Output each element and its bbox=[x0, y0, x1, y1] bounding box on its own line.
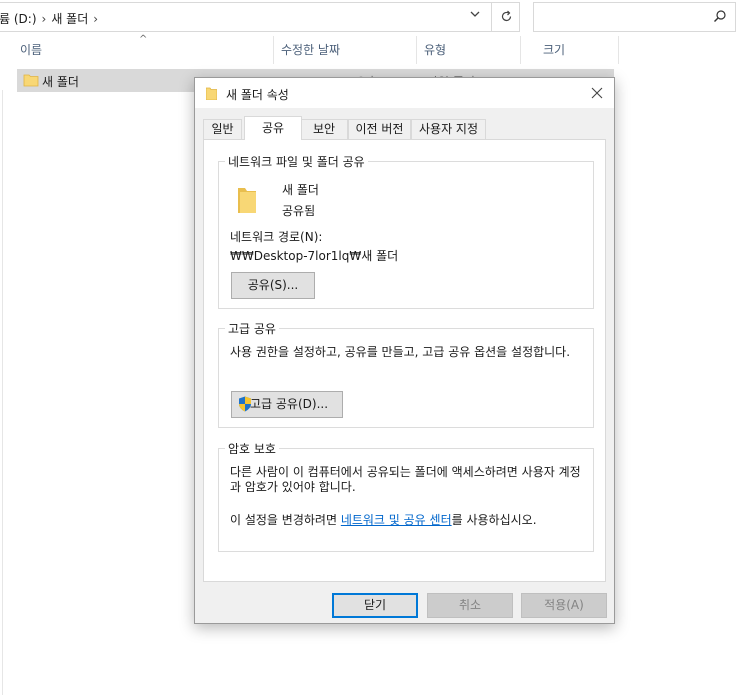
breadcrumb-separator-icon[interactable]: › bbox=[93, 12, 98, 26]
breadcrumb-separator-icon: › bbox=[41, 12, 47, 26]
column-header-date[interactable]: 수정한 날짜 bbox=[275, 36, 417, 64]
tab-customize[interactable]: 사용자 지정 bbox=[411, 119, 486, 139]
dialog-title: 새 폴더 속성 bbox=[226, 88, 289, 102]
apply-button[interactable]: 적용(A) bbox=[521, 593, 607, 618]
breadcrumb-item-drive[interactable]: 륨 (D:) bbox=[0, 12, 37, 26]
breadcrumb-item-folder[interactable]: 새 폴더 bbox=[51, 12, 88, 26]
network-sharing-center-link[interactable]: 네트워크 및 공유 센터 bbox=[341, 513, 452, 527]
close-button[interactable]: 닫기 bbox=[332, 593, 418, 618]
close-icon[interactable] bbox=[586, 82, 608, 104]
password-protection-group: 암호 보호 다른 사람이 이 컴퓨터에서 공유되는 폴더에 액세스하려면 사용자… bbox=[218, 440, 594, 552]
password-description: 다른 사람이 이 컴퓨터에서 공유되는 폴더에 액세스하려면 사용자 계정과 암… bbox=[230, 465, 581, 494]
advanced-share-button[interactable]: 고급 공유(D)... bbox=[231, 391, 343, 418]
refresh-button[interactable] bbox=[491, 3, 520, 31]
column-header-type[interactable]: 유형 bbox=[418, 36, 521, 64]
search-icon[interactable] bbox=[713, 9, 727, 26]
password-change-suffix: 를 사용하십시오. bbox=[451, 513, 537, 527]
network-share-group: 네트워크 파일 및 폴더 공유 새 폴더 공유됨 네트워크 경로(N): ₩₩D… bbox=[218, 153, 594, 309]
tab-security[interactable]: 보안 bbox=[300, 119, 348, 139]
tab-general[interactable]: 일반 bbox=[203, 119, 242, 139]
share-button[interactable]: 공유(S)... bbox=[231, 272, 315, 299]
advanced-share-legend: 고급 공유 bbox=[225, 320, 279, 337]
chevron-down-icon[interactable] bbox=[469, 8, 481, 23]
cancel-button[interactable]: 취소 bbox=[427, 593, 513, 618]
sharing-tab-panel: 네트워크 파일 및 폴더 공유 새 폴더 공유됨 네트워크 경로(N): ₩₩D… bbox=[203, 139, 606, 582]
shared-folder-icon bbox=[236, 185, 258, 218]
advanced-share-group: 고급 공유 사용 권한을 설정하고, 공유를 만들고, 고급 공유 옵션을 설정… bbox=[218, 320, 594, 428]
properties-dialog: 새 폴더 속성 일반 공유 보안 이전 버전 사용자 지정 네트워크 파일 및 … bbox=[194, 77, 615, 624]
password-change-text: 이 설정을 변경하려면 네트워크 및 공유 센터를 사용하십시오. bbox=[230, 511, 537, 528]
dialog-titlebar[interactable]: 새 폴더 속성 bbox=[195, 78, 614, 108]
password-change-prefix: 이 설정을 변경하려면 bbox=[230, 513, 341, 527]
network-share-legend: 네트워크 파일 및 폴더 공유 bbox=[225, 153, 368, 170]
network-path-value[interactable]: ₩₩Desktop-7lor1lq₩새 폴더 bbox=[230, 247, 398, 264]
network-path-label: 네트워크 경로(N): bbox=[230, 230, 323, 244]
address-bar[interactable]: 륨 (D:) › 새 폴더 › bbox=[0, 2, 520, 32]
advanced-share-description: 사용 권한을 설정하고, 공유를 만들고, 고급 공유 옵션을 설정합니다. bbox=[230, 345, 571, 359]
uac-shield-icon bbox=[238, 396, 252, 421]
tab-previous-versions[interactable]: 이전 버전 bbox=[348, 119, 411, 139]
file-row-name: 새 폴더 bbox=[42, 75, 79, 89]
share-status: 공유됨 bbox=[282, 204, 316, 218]
tab-sharing[interactable]: 공유 bbox=[244, 116, 302, 140]
divider bbox=[2, 90, 3, 695]
search-input[interactable] bbox=[533, 2, 736, 32]
column-header-name[interactable]: 이름 bbox=[14, 36, 274, 64]
folder-icon bbox=[205, 87, 218, 103]
column-header-size[interactable]: 크기 bbox=[537, 36, 619, 64]
folder-icon bbox=[23, 72, 39, 91]
breadcrumb: 륨 (D:) › 새 폴더 › bbox=[0, 10, 103, 27]
folder-name: 새 폴더 bbox=[282, 183, 319, 197]
password-protection-legend: 암호 보호 bbox=[225, 440, 279, 457]
advanced-share-button-label: 고급 공유(D)... bbox=[250, 397, 329, 411]
